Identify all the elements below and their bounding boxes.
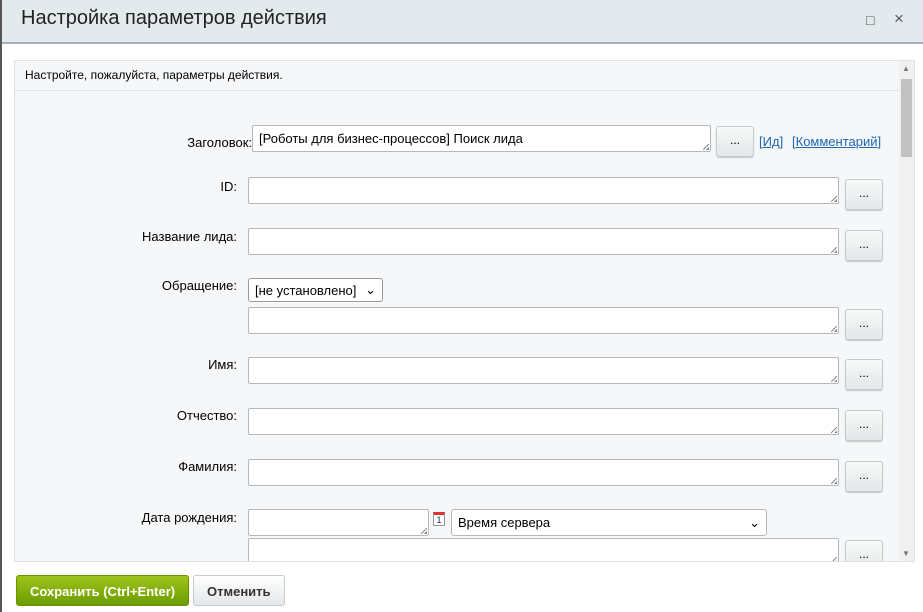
- close-icon[interactable]: ×: [894, 9, 904, 29]
- honorific-selected: [не установлено]: [255, 282, 357, 298]
- honorific-dots-button[interactable]: ...: [845, 309, 883, 340]
- honorific-select[interactable]: [не установлено] ⌄: [248, 278, 383, 302]
- settings-panel: Настройте, пожалуйста, параметры действи…: [14, 60, 915, 562]
- first-name-dots-button[interactable]: ...: [845, 359, 883, 390]
- window-edge: [0, 0, 2, 612]
- lead-name-label: Название лида:: [142, 229, 237, 244]
- middle-name-input[interactable]: [248, 408, 839, 435]
- scroll-down-icon[interactable]: ▼: [902, 549, 910, 558]
- first-name-input[interactable]: [248, 357, 839, 384]
- chevron-down-icon: ⌄: [365, 282, 376, 297]
- birthdate-dots-button[interactable]: ...: [845, 540, 883, 561]
- first-name-label: Имя:: [208, 357, 237, 372]
- birthdate-input[interactable]: [248, 509, 429, 536]
- honorific-label: Обращение:: [161, 278, 237, 293]
- chevron-down-icon: ⌄: [749, 514, 760, 530]
- id-link[interactable]: Ид: [763, 134, 780, 149]
- last-name-label: Фамилия:: [178, 459, 237, 474]
- last-name-dots-button[interactable]: ...: [845, 461, 883, 492]
- title-label: Заголовок:: [187, 135, 252, 150]
- maximize-icon[interactable]: □: [866, 12, 874, 28]
- id-input[interactable]: [248, 177, 839, 204]
- dialog-header: Настройка параметров действия □ ×: [2, 0, 923, 44]
- timezone-selected: Время сервера: [458, 515, 551, 530]
- birthdate-label: Дата рождения:: [141, 510, 237, 525]
- scroll-up-icon[interactable]: ▲: [902, 64, 910, 73]
- id-dots-button[interactable]: ...: [845, 179, 883, 210]
- comment-link[interactable]: Комментарий: [796, 134, 878, 149]
- title-dots-button[interactable]: ...: [716, 126, 754, 157]
- timezone-select[interactable]: Время сервера ⌄: [451, 509, 767, 536]
- lead-name-dots-button[interactable]: ...: [845, 230, 883, 261]
- scrollbar-thumb[interactable]: [901, 79, 912, 157]
- cancel-button[interactable]: Отменить: [193, 575, 285, 606]
- id-label: ID:: [220, 179, 237, 194]
- dialog-title: Настройка параметров действия: [21, 7, 327, 29]
- birthdate-expression-input[interactable]: [248, 538, 839, 561]
- intro-text: Настройте, пожалуйста, параметры действи…: [15, 61, 900, 91]
- middle-name-dots-button[interactable]: ...: [845, 410, 883, 441]
- scrollbar[interactable]: ▲ ▼: [899, 61, 914, 561]
- lead-name-input[interactable]: [248, 228, 839, 255]
- honorific-input[interactable]: [248, 307, 839, 334]
- middle-name-label: Отчество:: [176, 408, 237, 423]
- calendar-icon[interactable]: 1: [433, 512, 445, 526]
- last-name-input[interactable]: [248, 459, 839, 486]
- save-button[interactable]: Сохранить (Ctrl+Enter): [16, 575, 190, 606]
- title-input[interactable]: [Роботы для бизнес-процессов] Поиск лида: [252, 125, 711, 152]
